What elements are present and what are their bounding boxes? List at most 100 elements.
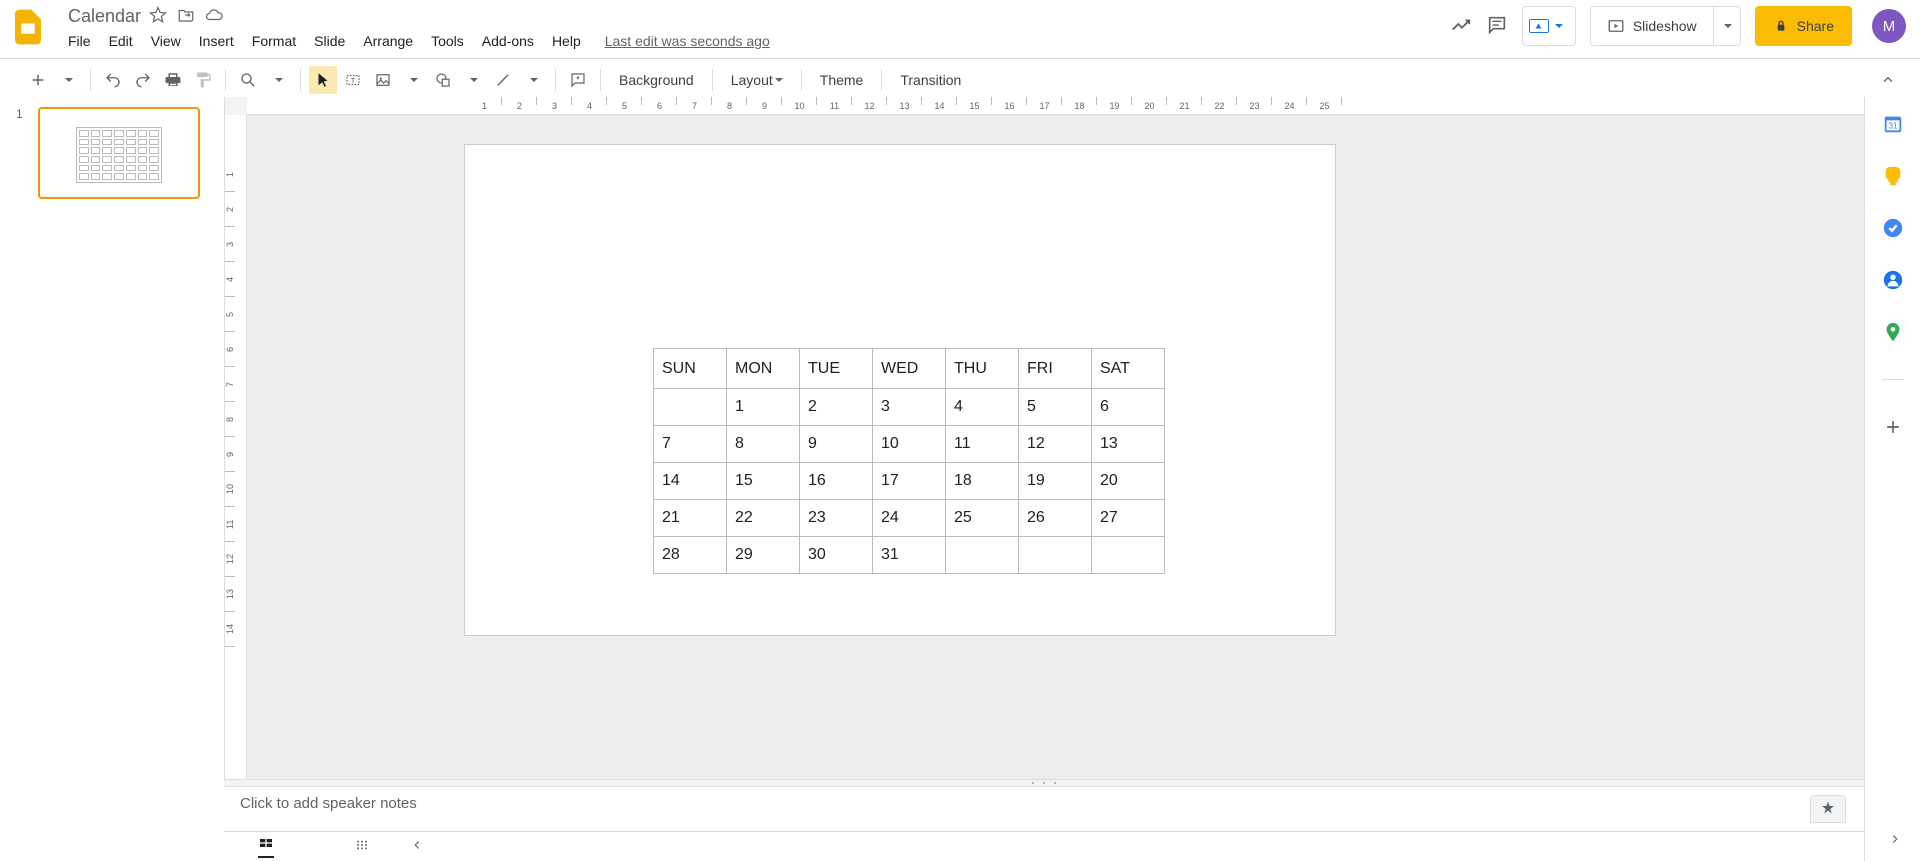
- slideshow-dropdown[interactable]: [1714, 6, 1741, 46]
- calendar-table[interactable]: SUNMONTUEWEDTHUFRISAT1234567891011121314…: [653, 348, 1165, 574]
- calendar-day-cell[interactable]: 28: [654, 537, 727, 574]
- last-edit-link[interactable]: Last edit was seconds ago: [605, 33, 770, 49]
- image-tool[interactable]: [369, 66, 397, 94]
- text-box-tool[interactable]: T: [339, 66, 367, 94]
- calendar-day-cell[interactable]: [1019, 537, 1092, 574]
- slides-logo-icon[interactable]: [8, 7, 48, 47]
- calendar-day-cell[interactable]: 26: [1019, 500, 1092, 537]
- zoom-dropdown[interactable]: [264, 66, 292, 94]
- calendar-day-cell[interactable]: 1: [727, 389, 800, 426]
- calendar-day-cell[interactable]: 12: [1019, 426, 1092, 463]
- calendar-day-cell[interactable]: 6: [1092, 389, 1165, 426]
- menu-insert[interactable]: Insert: [191, 29, 242, 53]
- document-title[interactable]: Calendar: [68, 6, 141, 27]
- slide-thumbnail-1[interactable]: [38, 107, 200, 199]
- comments-icon[interactable]: [1486, 14, 1508, 39]
- calendar-day-cell[interactable]: 22: [727, 500, 800, 537]
- calendar-day-cell[interactable]: 23: [800, 500, 873, 537]
- hide-side-panel-icon[interactable]: [1888, 832, 1902, 849]
- share-button[interactable]: Share: [1755, 6, 1852, 46]
- calendar-day-cell[interactable]: [654, 389, 727, 426]
- move-icon[interactable]: [177, 6, 195, 27]
- calendar-header-cell[interactable]: THU: [946, 349, 1019, 389]
- comment-tool[interactable]: [564, 66, 592, 94]
- calendar-day-cell[interactable]: 13: [1092, 426, 1165, 463]
- paint-format-button[interactable]: [189, 66, 217, 94]
- present-button[interactable]: [1522, 6, 1576, 46]
- line-tool[interactable]: [489, 66, 517, 94]
- back-icon[interactable]: [410, 838, 424, 855]
- filmstrip-view-icon[interactable]: [354, 837, 370, 856]
- calendar-header-cell[interactable]: WED: [873, 349, 946, 389]
- menu-view[interactable]: View: [143, 29, 189, 53]
- calendar-day-cell[interactable]: 2: [800, 389, 873, 426]
- image-dropdown[interactable]: [399, 66, 427, 94]
- contacts-addon-icon[interactable]: [1882, 269, 1904, 291]
- notes-splitter[interactable]: [224, 779, 1864, 787]
- calendar-day-cell[interactable]: 15: [727, 463, 800, 500]
- calendar-day-cell[interactable]: 31: [873, 537, 946, 574]
- get-addons-icon[interactable]: [1882, 416, 1904, 438]
- calendar-header-cell[interactable]: SUN: [654, 349, 727, 389]
- menu-tools[interactable]: Tools: [423, 29, 472, 53]
- calendar-header-cell[interactable]: SAT: [1092, 349, 1165, 389]
- explore-button[interactable]: [1810, 795, 1846, 823]
- menu-slide[interactable]: Slide: [306, 29, 353, 53]
- calendar-day-cell[interactable]: 3: [873, 389, 946, 426]
- calendar-day-cell[interactable]: 29: [727, 537, 800, 574]
- calendar-addon-icon[interactable]: 31: [1882, 113, 1904, 135]
- calendar-day-cell[interactable]: 16: [800, 463, 873, 500]
- slideshow-button[interactable]: Slideshow: [1590, 6, 1714, 46]
- calendar-day-cell[interactable]: 25: [946, 500, 1019, 537]
- speaker-notes[interactable]: Click to add speaker notes: [224, 787, 1864, 831]
- calendar-day-cell[interactable]: 17: [873, 463, 946, 500]
- menu-file[interactable]: File: [60, 29, 99, 53]
- menu-edit[interactable]: Edit: [101, 29, 141, 53]
- star-icon[interactable]: [149, 6, 167, 27]
- new-slide-dropdown[interactable]: [54, 66, 82, 94]
- calendar-day-cell[interactable]: 4: [946, 389, 1019, 426]
- menu-format[interactable]: Format: [244, 29, 304, 53]
- menu-addons[interactable]: Add-ons: [474, 29, 542, 53]
- cloud-status-icon[interactable]: [205, 6, 223, 27]
- calendar-day-cell[interactable]: 21: [654, 500, 727, 537]
- calendar-day-cell[interactable]: 20: [1092, 463, 1165, 500]
- calendar-header-cell[interactable]: FRI: [1019, 349, 1092, 389]
- layout-button[interactable]: Layout: [721, 66, 793, 94]
- calendar-day-cell[interactable]: 7: [654, 426, 727, 463]
- calendar-day-cell[interactable]: 24: [873, 500, 946, 537]
- zoom-button[interactable]: [234, 66, 262, 94]
- maps-addon-icon[interactable]: [1882, 321, 1904, 343]
- undo-button[interactable]: [99, 66, 127, 94]
- calendar-day-cell[interactable]: [1092, 537, 1165, 574]
- calendar-day-cell[interactable]: [946, 537, 1019, 574]
- calendar-header-cell[interactable]: TUE: [800, 349, 873, 389]
- line-dropdown[interactable]: [519, 66, 547, 94]
- collapse-toolbar-icon[interactable]: [1874, 66, 1902, 94]
- calendar-day-cell[interactable]: 9: [800, 426, 873, 463]
- menu-help[interactable]: Help: [544, 29, 589, 53]
- new-slide-button[interactable]: [24, 66, 52, 94]
- calendar-day-cell[interactable]: 14: [654, 463, 727, 500]
- background-button[interactable]: Background: [609, 66, 704, 94]
- slide-canvas[interactable]: SUNMONTUEWEDTHUFRISAT1234567891011121314…: [465, 145, 1335, 635]
- activity-icon[interactable]: [1450, 14, 1472, 39]
- tasks-addon-icon[interactable]: [1882, 217, 1904, 239]
- calendar-day-cell[interactable]: 18: [946, 463, 1019, 500]
- calendar-day-cell[interactable]: 5: [1019, 389, 1092, 426]
- transition-button[interactable]: Transition: [890, 66, 971, 94]
- shape-tool[interactable]: [429, 66, 457, 94]
- calendar-day-cell[interactable]: 10: [873, 426, 946, 463]
- menu-arrange[interactable]: Arrange: [355, 29, 421, 53]
- calendar-day-cell[interactable]: 11: [946, 426, 1019, 463]
- calendar-day-cell[interactable]: 27: [1092, 500, 1165, 537]
- grid-view-icon[interactable]: [258, 835, 274, 858]
- keep-addon-icon[interactable]: [1882, 165, 1904, 187]
- calendar-header-cell[interactable]: MON: [727, 349, 800, 389]
- calendar-day-cell[interactable]: 8: [727, 426, 800, 463]
- calendar-day-cell[interactable]: 30: [800, 537, 873, 574]
- account-avatar[interactable]: M: [1872, 9, 1906, 43]
- print-button[interactable]: [159, 66, 187, 94]
- theme-button[interactable]: Theme: [810, 66, 874, 94]
- shape-dropdown[interactable]: [459, 66, 487, 94]
